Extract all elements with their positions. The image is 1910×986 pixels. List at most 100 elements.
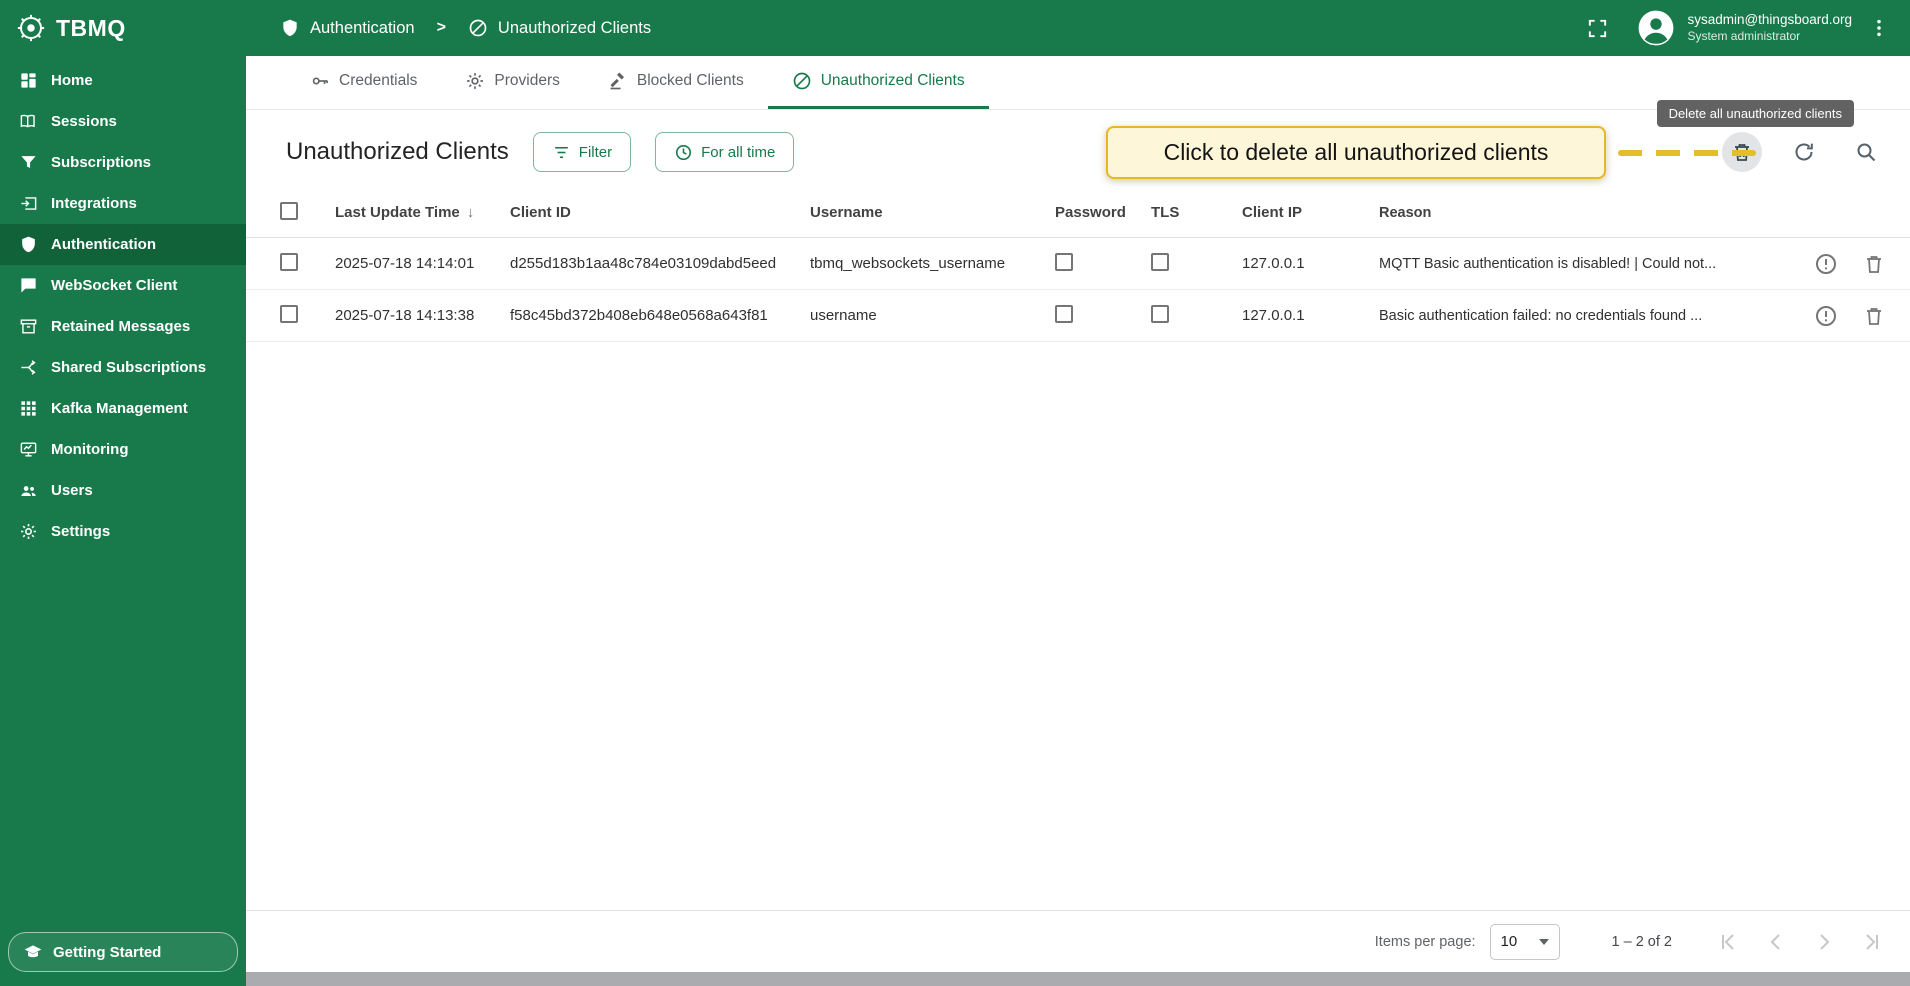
archive-icon <box>18 317 38 337</box>
row-checkbox[interactable] <box>280 252 298 271</box>
column-header-password[interactable]: Password <box>1055 204 1151 221</box>
table-footer: Items per page: 10 1 – 2 of 2 <box>246 910 1910 972</box>
tab-unauthorized-clients[interactable]: Unauthorized Clients <box>767 56 989 109</box>
tls-checkbox[interactable] <box>1151 304 1169 323</box>
column-header-username[interactable]: Username <box>810 204 1055 221</box>
key-icon <box>310 71 330 91</box>
cell-username: username <box>810 307 877 324</box>
column-header-client-id[interactable]: Client ID <box>510 204 810 221</box>
getting-started-button[interactable]: Getting Started <box>8 932 238 972</box>
filter-button[interactable]: Filter <box>532 132 632 172</box>
time-range-button[interactable]: For all time <box>655 132 795 172</box>
shield-icon <box>18 235 38 255</box>
table-empty-space <box>246 342 1910 910</box>
tab-label: Providers <box>494 72 560 89</box>
column-header-tls[interactable]: TLS <box>1151 204 1242 221</box>
user-role: System administrator <box>1687 28 1801 43</box>
breadcrumb-item-unauthorized-clients[interactable]: Unauthorized Clients <box>498 19 651 38</box>
password-checkbox[interactable] <box>1055 304 1073 323</box>
cell-username: tbmq_websockets_username <box>810 255 1006 272</box>
error-details-icon[interactable] <box>1814 252 1838 276</box>
chat-icon <box>18 276 38 296</box>
last-page-icon[interactable] <box>1860 930 1884 954</box>
topbar: Authentication > Unauthorized Clients sy… <box>246 0 1910 56</box>
sidebar-nav: Home Sessions Subscriptions Integrations… <box>0 60 246 552</box>
sidebar-item-subscriptions[interactable]: Subscriptions <box>0 142 246 183</box>
topbar-right: sysadmin@thingsboard.org System administ… <box>1586 9 1890 47</box>
cell-last-update-time: 2025-07-18 14:14:01 <box>335 255 475 272</box>
user-email: sysadmin@thingsboard.org <box>1687 12 1852 28</box>
error-details-icon[interactable] <box>1814 304 1838 328</box>
tab-blocked-clients[interactable]: Blocked Clients <box>584 56 768 109</box>
sidebar-item-monitoring[interactable]: Monitoring <box>0 429 246 470</box>
cell-reason: Basic authentication failed: no credenti… <box>1379 307 1703 324</box>
sidebar-item-sessions[interactable]: Sessions <box>0 101 246 142</box>
apps-grid-icon <box>18 399 38 419</box>
sidebar-item-kafka-management[interactable]: Kafka Management <box>0 388 246 429</box>
breadcrumb: Authentication > Unauthorized Clients <box>280 18 651 38</box>
sidebar-item-shared-subscriptions[interactable]: Shared Subscriptions <box>0 347 246 388</box>
delete-all-callout: Click to delete all unauthorized clients <box>1106 126 1606 179</box>
delete-all-tooltip: Delete all unauthorized clients <box>1656 100 1854 127</box>
more-vert-icon[interactable] <box>1868 17 1890 39</box>
table-header: Last Update Time ↓ Client ID Username Pa… <box>246 188 1910 238</box>
column-header-client-ip[interactable]: Client IP <box>1242 204 1379 221</box>
sidebar-item-integrations[interactable]: Integrations <box>0 183 246 224</box>
password-checkbox[interactable] <box>1055 252 1073 271</box>
app-logo[interactable]: TBMQ <box>0 0 246 56</box>
tls-checkbox[interactable] <box>1151 252 1169 271</box>
table-row[interactable]: 2025-07-18 14:14:01 d255d183b1aa48c784e0… <box>246 238 1910 290</box>
sidebar-item-retained-messages[interactable]: Retained Messages <box>0 306 246 347</box>
cell-client-ip: 127.0.0.1 <box>1242 307 1305 324</box>
page-size-value: 10 <box>1500 933 1518 950</box>
column-header-reason[interactable]: Reason <box>1379 205 1776 221</box>
search-icon[interactable] <box>1846 132 1886 172</box>
cell-client-id: d255d183b1aa48c784e03109dabd5eed <box>510 255 777 272</box>
gear-icon <box>18 522 38 542</box>
call-split-icon <box>18 358 38 378</box>
column-header-last-update-time[interactable]: Last Update Time ↓ <box>335 204 510 221</box>
delete-row-icon[interactable] <box>1862 304 1886 328</box>
sessions-icon <box>18 112 38 132</box>
sidebar: TBMQ Home Sessions Subscriptions Integra… <box>0 0 246 986</box>
delete-row-icon[interactable] <box>1862 252 1886 276</box>
page-size-select[interactable]: 10 <box>1489 923 1560 960</box>
tab-label: Credentials <box>339 72 418 89</box>
select-all-checkbox[interactable] <box>280 201 298 220</box>
clock-icon <box>674 143 693 162</box>
user-info[interactable]: sysadmin@thingsboard.org System administ… <box>1687 12 1852 44</box>
pagination-controls <box>1716 930 1884 954</box>
home-icon <box>18 71 38 91</box>
avatar[interactable] <box>1637 9 1675 47</box>
tab-providers[interactable]: Providers <box>441 56 583 109</box>
refresh-icon[interactable] <box>1784 132 1824 172</box>
shield-icon <box>280 18 300 38</box>
cell-last-update-time: 2025-07-18 14:13:38 <box>335 307 475 324</box>
breadcrumb-separator: > <box>436 19 446 36</box>
slash-circle-icon <box>468 18 488 38</box>
row-checkbox[interactable] <box>280 304 298 323</box>
breadcrumb-item-authentication[interactable]: Authentication <box>310 19 415 38</box>
tab-label: Blocked Clients <box>636 72 744 89</box>
app-title: TBMQ <box>56 14 126 41</box>
tab-credentials[interactable]: Credentials <box>286 56 441 109</box>
school-cap-icon <box>23 942 43 962</box>
callout-dashed-arrow <box>1618 150 1756 156</box>
pagination-range: 1 – 2 of 2 <box>1611 933 1672 950</box>
cell-client-ip: 127.0.0.1 <box>1242 255 1305 272</box>
page-title: Unauthorized Clients <box>286 138 509 165</box>
monitor-icon <box>18 440 38 460</box>
fullscreen-icon[interactable] <box>1586 17 1609 40</box>
sidebar-item-home[interactable]: Home <box>0 60 246 101</box>
sidebar-item-authentication[interactable]: Authentication <box>0 224 246 265</box>
sidebar-item-users[interactable]: Users <box>0 470 246 511</box>
gavel-icon <box>608 71 628 91</box>
sidebar-item-websocket-client[interactable]: WebSocket Client <box>0 265 246 306</box>
table-row[interactable]: 2025-07-18 14:13:38 f58c45bd372b408eb648… <box>246 290 1910 342</box>
first-page-icon[interactable] <box>1716 930 1740 954</box>
items-per-page-label: Items per page: <box>1374 933 1476 950</box>
sidebar-item-settings[interactable]: Settings <box>0 511 246 552</box>
slash-circle-icon <box>792 71 812 91</box>
previous-page-icon[interactable] <box>1764 930 1788 954</box>
next-page-icon[interactable] <box>1812 930 1836 954</box>
